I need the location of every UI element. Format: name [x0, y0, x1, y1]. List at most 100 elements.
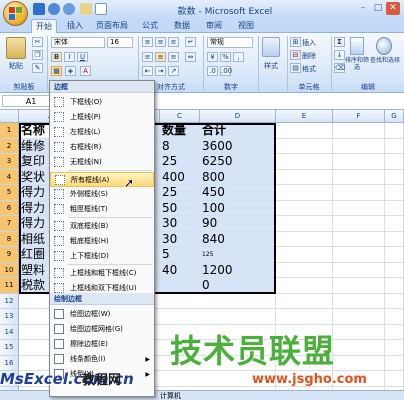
- copy-icon[interactable]: ❐: [32, 50, 43, 60]
- cell-d[interactable]: 6250: [200, 154, 276, 170]
- cell-c[interactable]: [160, 278, 200, 294]
- cell-c[interactable]: 25: [160, 154, 200, 170]
- currency-icon[interactable]: ¥: [207, 52, 218, 62]
- office-button[interactable]: [3, 1, 28, 26]
- number-format-combo[interactable]: 常规: [207, 37, 253, 48]
- styles-button[interactable]: 样式: [258, 61, 284, 71]
- underline-button[interactable]: U: [77, 52, 88, 62]
- cut-icon[interactable]: ✂: [32, 37, 43, 47]
- empty-cell[interactable]: [276, 293, 333, 309]
- empty-cell[interactable]: [385, 278, 404, 294]
- empty-cell[interactable]: [276, 138, 333, 154]
- empty-cell[interactable]: [333, 185, 385, 201]
- cell-d[interactable]: 合计: [200, 123, 276, 139]
- empty-cell[interactable]: [385, 324, 404, 340]
- menu-item-border[interactable]: 左框线(L): [50, 125, 154, 140]
- align-top-icon[interactable]: ≡: [142, 37, 153, 47]
- empty-cell[interactable]: [333, 355, 385, 371]
- align-middle-icon[interactable]: ≡: [155, 37, 166, 47]
- empty-cell[interactable]: [276, 154, 333, 170]
- undo-icon[interactable]: [48, 3, 60, 15]
- paste-button[interactable]: 粘贴: [4, 61, 28, 71]
- row-header[interactable]: 14: [0, 324, 19, 340]
- empty-cell[interactable]: [276, 309, 333, 325]
- increase-indent-icon[interactable]: ⇥: [155, 66, 166, 76]
- comma-icon[interactable]: ,: [233, 52, 244, 62]
- menu-item-draw[interactable]: 擦除边框(E): [50, 337, 154, 352]
- empty-cell[interactable]: [276, 200, 333, 216]
- menu-item-border[interactable]: 右框线(R): [50, 140, 154, 155]
- fill-color-icon[interactable]: ◈: [65, 66, 76, 76]
- merge-center-icon[interactable]: ⇔: [185, 52, 196, 62]
- tab-insert[interactable]: 插入: [61, 19, 89, 33]
- empty-cell[interactable]: [385, 309, 404, 325]
- tab-formulas[interactable]: 公式: [136, 19, 164, 33]
- cell-c[interactable]: 400: [160, 169, 200, 185]
- empty-cell[interactable]: [276, 185, 333, 201]
- cell-d[interactable]: 450: [200, 185, 276, 201]
- row-header[interactable]: 6: [0, 200, 19, 216]
- menu-item-draw[interactable]: 线条颜色(I) ▶: [50, 352, 154, 367]
- menu-item-border[interactable]: 粗匣框线(T): [50, 202, 154, 217]
- menu-item-border[interactable]: 上框线和粗下框线(C): [50, 266, 154, 281]
- row-header[interactable]: 2: [0, 138, 19, 154]
- row-header[interactable]: 11: [0, 278, 19, 294]
- row-header[interactable]: 12: [0, 293, 19, 309]
- decrease-decimal-icon[interactable]: .00: [220, 66, 232, 76]
- empty-cell[interactable]: [385, 185, 404, 201]
- minimize-icon[interactable]: –: [356, 2, 370, 15]
- empty-cell[interactable]: [385, 216, 404, 232]
- find-select-icon[interactable]: [376, 37, 392, 55]
- menu-item-border[interactable]: 上框线(P): [50, 110, 154, 125]
- align-right-icon[interactable]: ≡: [168, 52, 179, 62]
- menu-item-border[interactable]: 上下框线(D): [50, 249, 154, 264]
- empty-cell[interactable]: [276, 278, 333, 294]
- align-bottom-icon[interactable]: ≡: [168, 37, 179, 47]
- empty-cell[interactable]: [333, 324, 385, 340]
- sort-filter-icon[interactable]: [350, 37, 364, 55]
- clear-icon[interactable]: ⌫: [334, 63, 345, 73]
- menu-item-draw[interactable]: 绘图边框(W): [50, 307, 154, 322]
- find-select-button[interactable]: 查找和选择: [370, 57, 400, 64]
- row-header[interactable]: 8: [0, 231, 19, 247]
- increase-decimal-icon[interactable]: .0: [207, 66, 218, 76]
- cell-d[interactable]: 3600: [200, 138, 276, 154]
- cell-d[interactable]: 1200: [200, 262, 276, 278]
- delete-button[interactable]: 删除: [302, 51, 328, 61]
- menu-item-border[interactable]: 双底框线(B): [50, 219, 154, 234]
- empty-cell[interactable]: [276, 247, 333, 263]
- column-header[interactable]: D: [200, 110, 276, 123]
- empty-cell[interactable]: [385, 138, 404, 154]
- cell-c[interactable]: 8: [160, 138, 200, 154]
- redo-icon[interactable]: [63, 3, 75, 15]
- row-header[interactable]: 9: [0, 247, 19, 263]
- empty-cell[interactable]: [333, 138, 385, 154]
- empty-cell[interactable]: [385, 247, 404, 263]
- format-painter-icon[interactable]: ✎: [32, 63, 43, 73]
- sheet-tab[interactable]: 计算机: [160, 391, 181, 400]
- row-header[interactable]: 13: [0, 309, 19, 325]
- empty-cell[interactable]: [276, 123, 333, 139]
- empty-cell[interactable]: [333, 169, 385, 185]
- delete-cells-icon[interactable]: ⊟: [290, 50, 301, 60]
- empty-cell[interactable]: [333, 293, 385, 309]
- row-header[interactable]: 16: [0, 355, 19, 371]
- empty-cell[interactable]: [333, 200, 385, 216]
- align-left-icon[interactable]: ≡: [142, 52, 153, 62]
- font-color-icon[interactable]: A: [80, 66, 91, 76]
- empty-cell[interactable]: [385, 169, 404, 185]
- cell-d[interactable]: 90: [200, 216, 276, 232]
- cell-c[interactable]: 40: [160, 262, 200, 278]
- menu-item-border[interactable]: 无框线(N): [50, 155, 154, 170]
- format-button[interactable]: 格式: [302, 64, 328, 74]
- empty-cell[interactable]: [385, 154, 404, 170]
- sort-filter-button[interactable]: 排序和筛选: [345, 57, 369, 71]
- tab-page-layout[interactable]: 页面布局: [91, 19, 133, 33]
- row-header[interactable]: 3: [0, 154, 19, 170]
- cell-c[interactable]: 数量: [160, 123, 200, 139]
- empty-cell[interactable]: [333, 216, 385, 232]
- menu-item-border[interactable]: 外侧框线(S): [50, 187, 154, 202]
- menu-item-border[interactable]: 下框线(O): [50, 95, 154, 110]
- empty-cell[interactable]: [333, 309, 385, 325]
- font-size-combo[interactable]: 16: [107, 37, 133, 48]
